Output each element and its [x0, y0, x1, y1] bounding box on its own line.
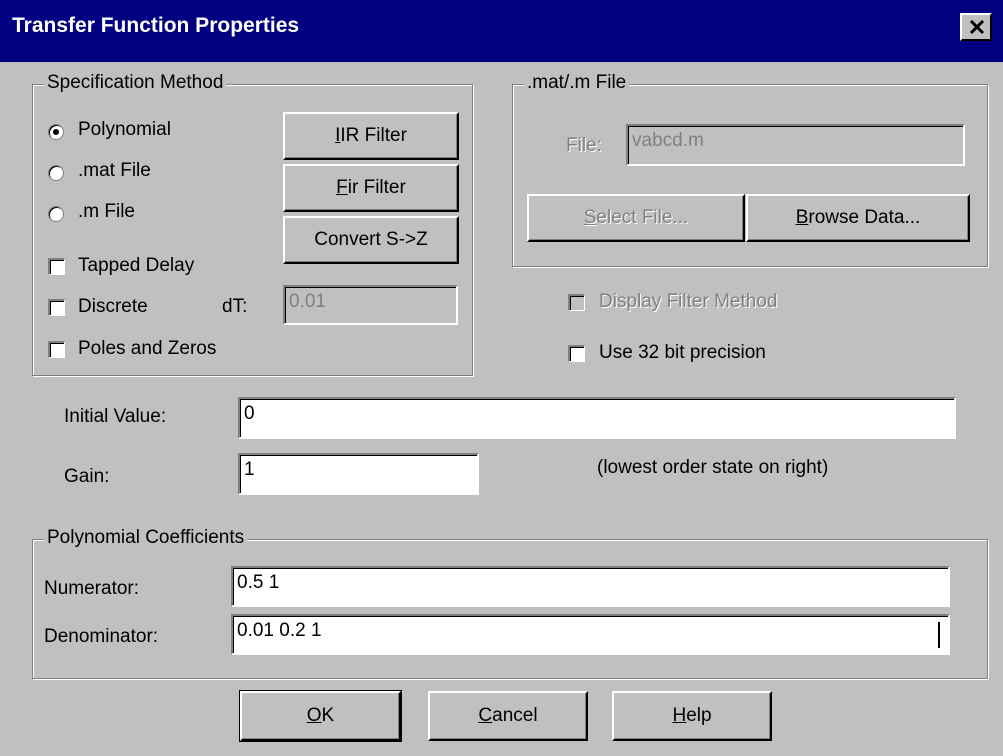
select-mnemonic: S: [583, 207, 597, 228]
denominator-text: 0.01 0.2 1: [237, 620, 322, 641]
radio-polynomial[interactable]: [48, 124, 64, 140]
radio-mat-file[interactable]: [48, 165, 64, 181]
checkbox-display-filter-method[interactable]: [568, 294, 585, 311]
browse-mnemonic: B: [795, 207, 809, 228]
browse-data-button[interactable]: Browse Data...: [746, 194, 970, 242]
checkbox-tapped-delay[interactable]: [48, 258, 65, 275]
radio-mat-file-label[interactable]: .mat File: [78, 160, 151, 182]
gain-label: Gain:: [64, 466, 110, 487]
cancel-mnemonic: C: [478, 705, 493, 726]
mat-file-legend: .mat/.m File: [524, 72, 630, 94]
radio-polynomial-label[interactable]: Polynomial: [78, 119, 171, 141]
help-label: elp: [686, 705, 712, 726]
use-32-bit-label[interactable]: Use 32 bit precision: [599, 342, 766, 364]
close-icon: [969, 20, 985, 35]
cancel-label: ancel: [492, 705, 538, 726]
convert-label: Convert S->Z: [314, 229, 428, 250]
fir-label: ir Filter: [347, 177, 406, 198]
checkbox-tapped-delay-label[interactable]: Tapped Delay: [78, 255, 194, 277]
convert-s-z-button[interactable]: Convert S->Z: [283, 216, 459, 264]
text-cursor: [938, 622, 940, 648]
fir-mnemonic: F: [336, 177, 348, 198]
polynomial-coefficients-group: [32, 539, 988, 679]
display-filter-method-label[interactable]: Display Filter Method: [599, 291, 777, 313]
numerator-label: Numerator:: [44, 578, 140, 599]
file-label: File:: [566, 135, 602, 156]
checkbox-discrete-label[interactable]: Discrete: [78, 296, 148, 318]
close-button[interactable]: [960, 13, 992, 41]
iir-filter-button[interactable]: I IR Filter: [283, 112, 459, 160]
browse-label: rowse Data...: [808, 207, 921, 228]
help-button[interactable]: Help: [612, 691, 772, 741]
help-mnemonic: H: [672, 705, 687, 726]
checkbox-use-32-bit[interactable]: [568, 345, 585, 362]
numerator-field[interactable]: 0.5 1: [231, 566, 950, 607]
radio-m-file-label[interactable]: .m File: [78, 201, 135, 223]
cancel-button[interactable]: Cancel: [428, 691, 588, 741]
select-file-button[interactable]: Select File...: [527, 194, 745, 242]
dt-field[interactable]: 0.01: [283, 285, 458, 325]
fir-filter-button[interactable]: Fir Filter: [283, 164, 459, 212]
checkbox-discrete[interactable]: [48, 299, 65, 316]
initial-value-label: Initial Value:: [64, 406, 167, 427]
select-label: elect File...: [596, 207, 689, 228]
radio-m-file[interactable]: [48, 206, 64, 222]
window-title: Transfer Function Properties: [12, 14, 300, 37]
denominator-field[interactable]: 0.01 0.2 1: [231, 614, 950, 655]
ok-button[interactable]: OK: [239, 690, 402, 742]
ok-label: K: [321, 705, 335, 726]
ok-mnemonic: O: [306, 705, 322, 726]
initial-value-field[interactable]: 0: [238, 397, 956, 439]
spec-method-legend: Specification Method: [44, 72, 227, 94]
file-field[interactable]: vabcd.m: [626, 124, 965, 166]
polynomial-coefficients-legend: Polynomial Coefficients: [44, 527, 248, 549]
checkbox-poles-zeros[interactable]: [48, 341, 65, 358]
state-order-note: (lowest order state on right): [597, 457, 829, 478]
radio-selected-dot: [53, 129, 59, 135]
dt-label: dT:: [222, 296, 248, 317]
gain-field[interactable]: 1: [238, 453, 479, 495]
iir-label: IR Filter: [340, 125, 407, 146]
denominator-label: Denominator:: [44, 626, 159, 647]
checkbox-poles-zeros-label[interactable]: Poles and Zeros: [78, 338, 216, 360]
